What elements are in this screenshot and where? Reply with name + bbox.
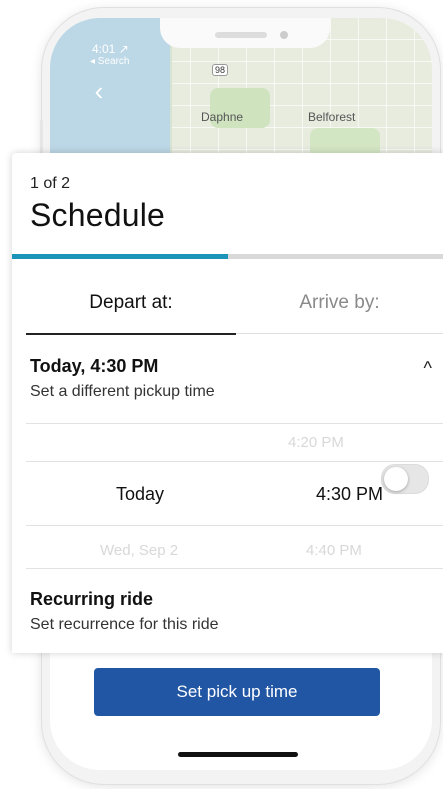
chevron-up-icon[interactable]: ^	[424, 358, 432, 379]
recurring-ride-section: Recurring ride Set recurrence for this r…	[30, 589, 440, 634]
picker-row-current[interactable]: Today 4:30 PM	[26, 461, 443, 526]
front-camera	[280, 31, 288, 39]
schedule-sheet: 1 of 2 Schedule Depart at: Arrive by: To…	[12, 153, 443, 653]
selected-time-title: Today, 4:30 PM	[30, 356, 159, 376]
selected-time-header[interactable]: Today, 4:30 PM Set a different pickup ti…	[30, 356, 440, 401]
time-picker[interactable]: 4:20 PM Today 4:30 PM Wed, Sep 2 4:40 PM	[26, 423, 443, 569]
picker-current-day: Today	[116, 484, 165, 504]
home-indicator	[178, 752, 298, 757]
tab-bar: Depart at: Arrive by:	[12, 277, 443, 335]
picker-row-next[interactable]: Wed, Sep 2 4:40 PM	[26, 525, 443, 569]
chevron-left-icon[interactable]: ‹	[88, 78, 110, 104]
picker-prev-time: 4:20 PM	[288, 434, 344, 451]
tab-depart-at[interactable]: Depart at:	[26, 277, 236, 335]
route-shield: 98	[212, 64, 229, 76]
selected-time-subtitle: Set a different pickup time	[30, 383, 215, 400]
recurring-ride-title: Recurring ride	[30, 589, 154, 609]
recurring-ride-toggle[interactable]	[381, 464, 429, 494]
phone-notch	[160, 18, 330, 48]
recurring-ride-subtitle: Set recurrence for this ride	[30, 616, 219, 633]
set-pickup-time-button[interactable]: Set pick up time	[94, 668, 380, 716]
map-label-daphne: Daphne	[201, 110, 244, 124]
status-back-app[interactable]: ◂ Search	[90, 56, 129, 67]
progress-track	[12, 254, 443, 259]
status-time: 4:01 ↗	[92, 42, 129, 56]
progress-fill	[12, 254, 228, 259]
speaker-grille	[215, 32, 267, 38]
picker-next-time: 4:40 PM	[306, 542, 362, 559]
step-indicator: 1 of 2	[30, 175, 71, 192]
picker-next-day: Wed, Sep 2	[100, 542, 179, 559]
sheet-title: Schedule	[30, 197, 166, 233]
map-label-belforest: Belforest	[308, 110, 356, 124]
picker-current-time: 4:30 PM	[316, 484, 384, 504]
tab-arrive-by[interactable]: Arrive by:	[236, 277, 443, 334]
toggle-knob	[384, 467, 408, 491]
picker-row-prev[interactable]: 4:20 PM	[26, 423, 443, 462]
